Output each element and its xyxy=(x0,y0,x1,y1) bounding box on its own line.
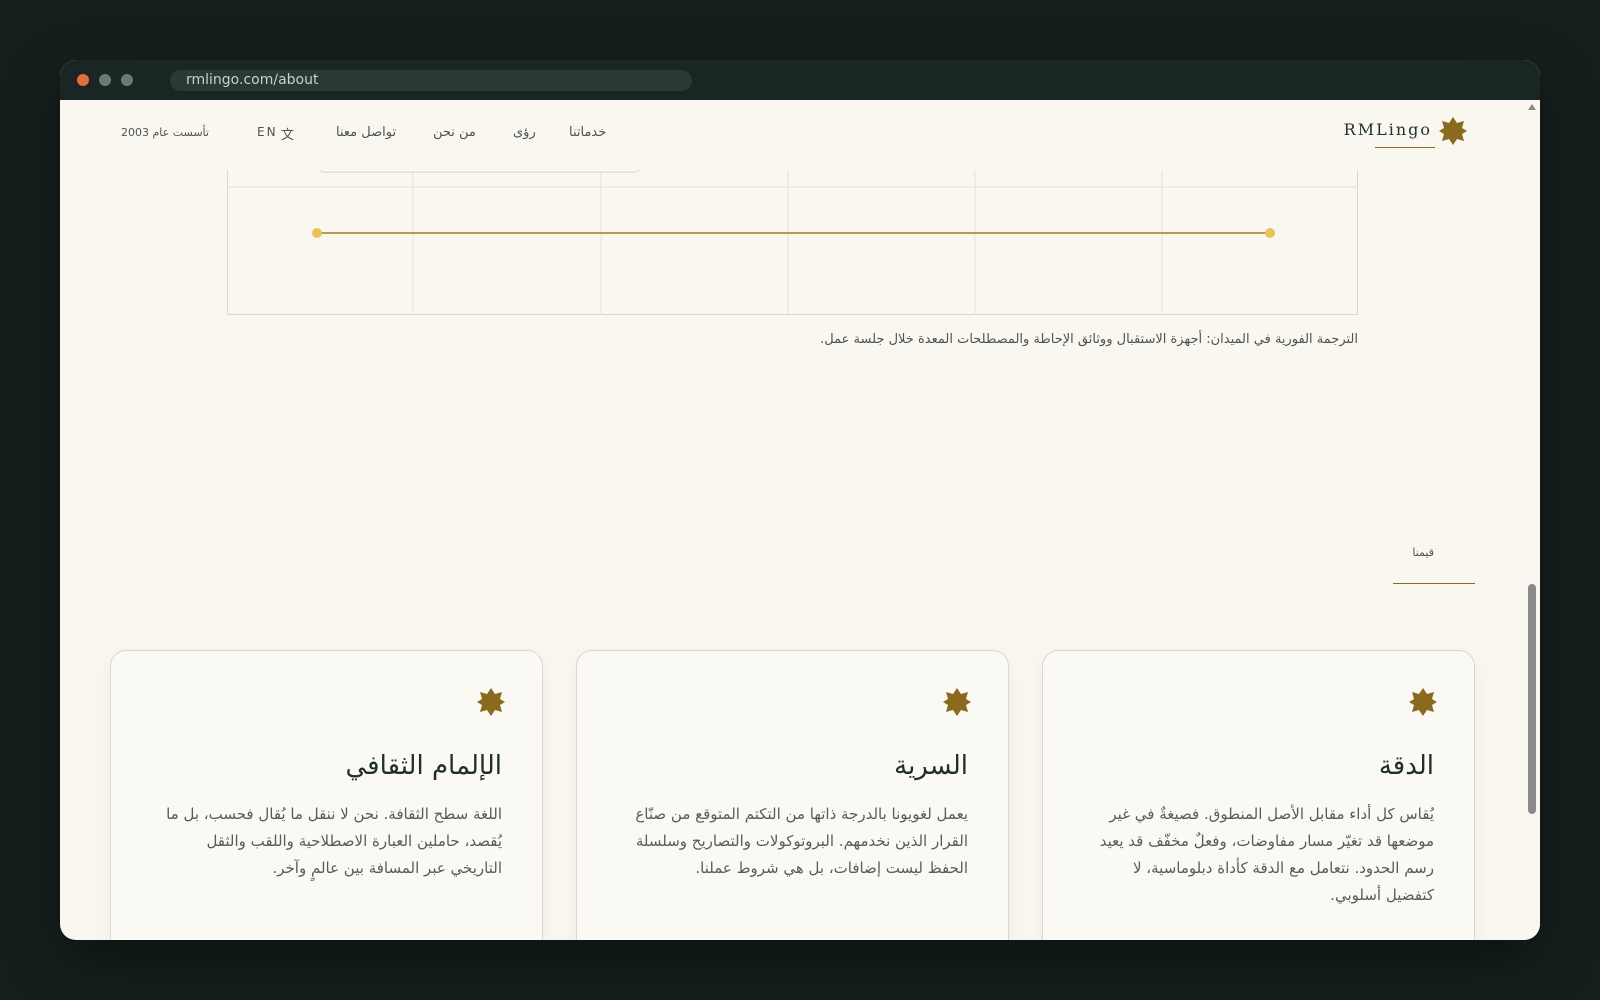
founded-note: تأسست عام 2003 xyxy=(121,126,209,139)
scroll-up-arrow-icon[interactable] xyxy=(1528,104,1536,110)
card-title: الدقة xyxy=(1378,751,1434,781)
nav-services[interactable]: خدماتنا xyxy=(569,125,606,140)
value-card-cultural: الإلمام الثقافي اللغة سطح الثقافة. نحن ل… xyxy=(110,650,543,940)
section-rule xyxy=(1393,583,1475,584)
logo-underline xyxy=(1375,147,1435,148)
star-icon xyxy=(477,688,505,716)
value-card-accuracy: الدقة يُقاس كل أداء مقابل الأصل المنطوق.… xyxy=(1042,650,1475,940)
card-body: اللغة سطح الثقافة. نحن لا ننقل ما يُقال … xyxy=(166,805,502,877)
figure-caption: الترجمة الفورية في الميدان: أجهزة الاستق… xyxy=(820,332,1358,347)
close-window-button[interactable] xyxy=(77,74,89,86)
nav-insights[interactable]: رؤى xyxy=(513,125,536,140)
site-logo[interactable]: RMLingo xyxy=(1256,120,1432,139)
star-icon xyxy=(1409,688,1437,716)
browser-titlebar: rmlingo.com/about xyxy=(60,60,1540,100)
card-body: يُقاس كل أداء مقابل الأصل المنطوق. فصيغة… xyxy=(1099,805,1434,904)
logo-star-icon xyxy=(1439,117,1467,145)
address-bar[interactable]: rmlingo.com/about xyxy=(170,70,692,91)
section-label: قيمنا xyxy=(1412,546,1434,559)
card-body: يعمل لغويونا بالدرجة ذاتها من التكتم الم… xyxy=(635,805,968,877)
minimize-window-button[interactable] xyxy=(99,74,111,86)
translate-icon[interactable]: 文 xyxy=(281,124,294,143)
page-viewport: RMLingo خدماتنا رؤى من نحن تواصل معنا EN… xyxy=(60,100,1524,940)
star-icon xyxy=(943,688,971,716)
value-card-confidentiality: السرية يعمل لغويونا بالدرجة ذاتها من الت… xyxy=(576,650,1009,940)
figure-point-start xyxy=(312,228,322,238)
nav-contact[interactable]: تواصل معنا xyxy=(336,125,396,140)
figure-point-end xyxy=(1265,228,1275,238)
language-switch[interactable]: EN xyxy=(257,125,278,139)
scrollbar[interactable] xyxy=(1524,100,1540,940)
card-title: السرية xyxy=(894,751,968,781)
card-title: الإلمام الثقافي xyxy=(345,751,502,781)
nav-about[interactable]: من نحن xyxy=(433,125,476,140)
browser-window: rmlingo.com/about RMLingo خدماتنا رؤى من… xyxy=(60,60,1540,940)
site-header: RMLingo خدماتنا رؤى من نحن تواصل معنا EN… xyxy=(60,100,1524,170)
maximize-window-button[interactable] xyxy=(121,74,133,86)
scrollbar-thumb[interactable] xyxy=(1528,584,1536,814)
